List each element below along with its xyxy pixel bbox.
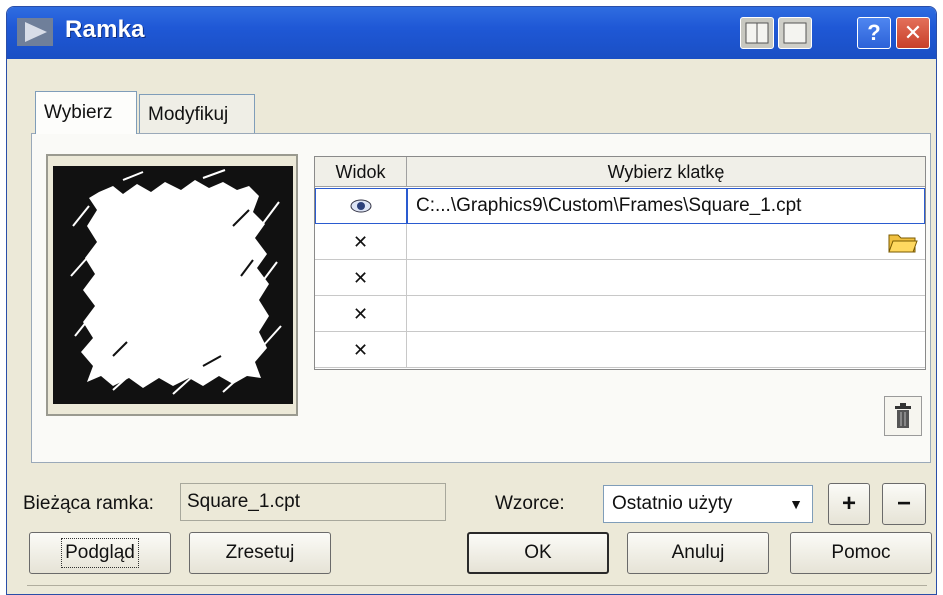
table-header: Widok Wybierz klatkę xyxy=(315,157,925,187)
visibility-toggle[interactable]: ✕ xyxy=(315,224,407,260)
column-header-select-frame[interactable]: Wybierz klatkę xyxy=(407,157,925,187)
frame-path-cell[interactable] xyxy=(407,224,925,260)
cancel-button[interactable]: Anuluj xyxy=(627,532,769,574)
frame-list-table: Widok Wybierz klatkę C:...\Graphics9\Cus… xyxy=(314,156,926,370)
remove-pattern-button[interactable]: − xyxy=(882,483,926,525)
eye-icon xyxy=(350,199,372,213)
frame-path-cell[interactable] xyxy=(407,260,925,296)
help-button[interactable]: Pomoc xyxy=(790,532,932,574)
frame-path-cell[interactable]: C:...\Graphics9\Custom\Frames\Square_1.c… xyxy=(407,188,925,224)
current-frame-label: Bieżąca ramka: xyxy=(23,493,154,514)
chevron-down-icon[interactable]: ▼ xyxy=(784,492,808,516)
x-mark-icon: ✕ xyxy=(352,231,369,252)
frame-path-cell[interactable] xyxy=(407,296,925,332)
table-row[interactable]: ✕ xyxy=(315,224,925,260)
tile-view-button[interactable] xyxy=(740,17,774,49)
plus-icon: + xyxy=(841,490,856,517)
ok-button[interactable]: OK xyxy=(467,532,609,574)
table-row[interactable]: ✕ xyxy=(315,332,925,368)
preview-button-label: Podgląd xyxy=(61,538,139,568)
column-header-view[interactable]: Widok xyxy=(315,157,407,187)
frame-path-cell[interactable] xyxy=(407,332,925,368)
window-title: Ramka xyxy=(65,16,145,43)
x-mark-icon: ✕ xyxy=(352,303,369,324)
frame-preview-image xyxy=(53,166,293,404)
frame-preview-box xyxy=(46,154,298,416)
visibility-toggle[interactable]: ✕ xyxy=(315,260,407,296)
help-title-button[interactable]: ? xyxy=(857,17,891,49)
cancel-button-label: Anuluj xyxy=(671,542,725,563)
status-bar xyxy=(27,585,927,594)
open-folder-icon[interactable] xyxy=(887,229,919,255)
table-row[interactable]: C:...\Graphics9\Custom\Frames\Square_1.c… xyxy=(315,188,925,224)
frame-app-icon xyxy=(17,18,53,46)
tab-modify-label: Modyfikuj xyxy=(148,103,229,125)
reset-button-label: Zresetuj xyxy=(225,542,295,563)
maximize-button[interactable] xyxy=(778,17,812,49)
patterns-label: Wzorce: xyxy=(495,493,565,514)
close-button[interactable]: ✕ xyxy=(896,17,930,49)
visibility-toggle[interactable]: ✕ xyxy=(315,332,407,368)
minus-icon: − xyxy=(896,490,911,517)
visibility-toggle[interactable] xyxy=(315,188,407,224)
add-pattern-button[interactable]: + xyxy=(828,483,870,525)
ok-button-label: OK xyxy=(524,542,552,563)
visibility-toggle[interactable]: ✕ xyxy=(315,296,407,332)
patterns-selected-value: Ostatnio użyty xyxy=(612,493,733,514)
tab-select[interactable]: Wybierz xyxy=(35,91,137,134)
table-row[interactable]: ✕ xyxy=(315,260,925,296)
trash-icon xyxy=(895,403,911,428)
tab-panel: Widok Wybierz klatkę C:...\Graphics9\Cus… xyxy=(31,133,931,463)
help-button-label: Pomoc xyxy=(831,542,891,563)
help-icon: ? xyxy=(867,20,881,45)
tab-modify[interactable]: Modyfikuj xyxy=(139,94,255,134)
patterns-dropdown[interactable]: Ostatnio użyty ▼ xyxy=(603,485,813,523)
x-mark-icon: ✕ xyxy=(352,339,369,360)
tab-select-label: Wybierz xyxy=(44,102,113,123)
frame-dialog: Ramka ? ✕ Wybierz Modyfikuj Widok Wybier… xyxy=(6,6,937,595)
reset-button[interactable]: Zresetuj xyxy=(189,532,331,574)
delete-frame-button[interactable] xyxy=(884,396,922,436)
title-bar[interactable]: Ramka ? ✕ xyxy=(7,7,936,59)
close-icon: ✕ xyxy=(903,20,923,45)
maximize-icon xyxy=(783,22,807,44)
tile-view-icon xyxy=(745,22,769,44)
current-frame-field: Square_1.cpt xyxy=(180,483,446,521)
x-mark-icon: ✕ xyxy=(352,267,369,288)
preview-button[interactable]: Podgląd xyxy=(29,532,171,574)
table-row[interactable]: ✕ xyxy=(315,296,925,332)
